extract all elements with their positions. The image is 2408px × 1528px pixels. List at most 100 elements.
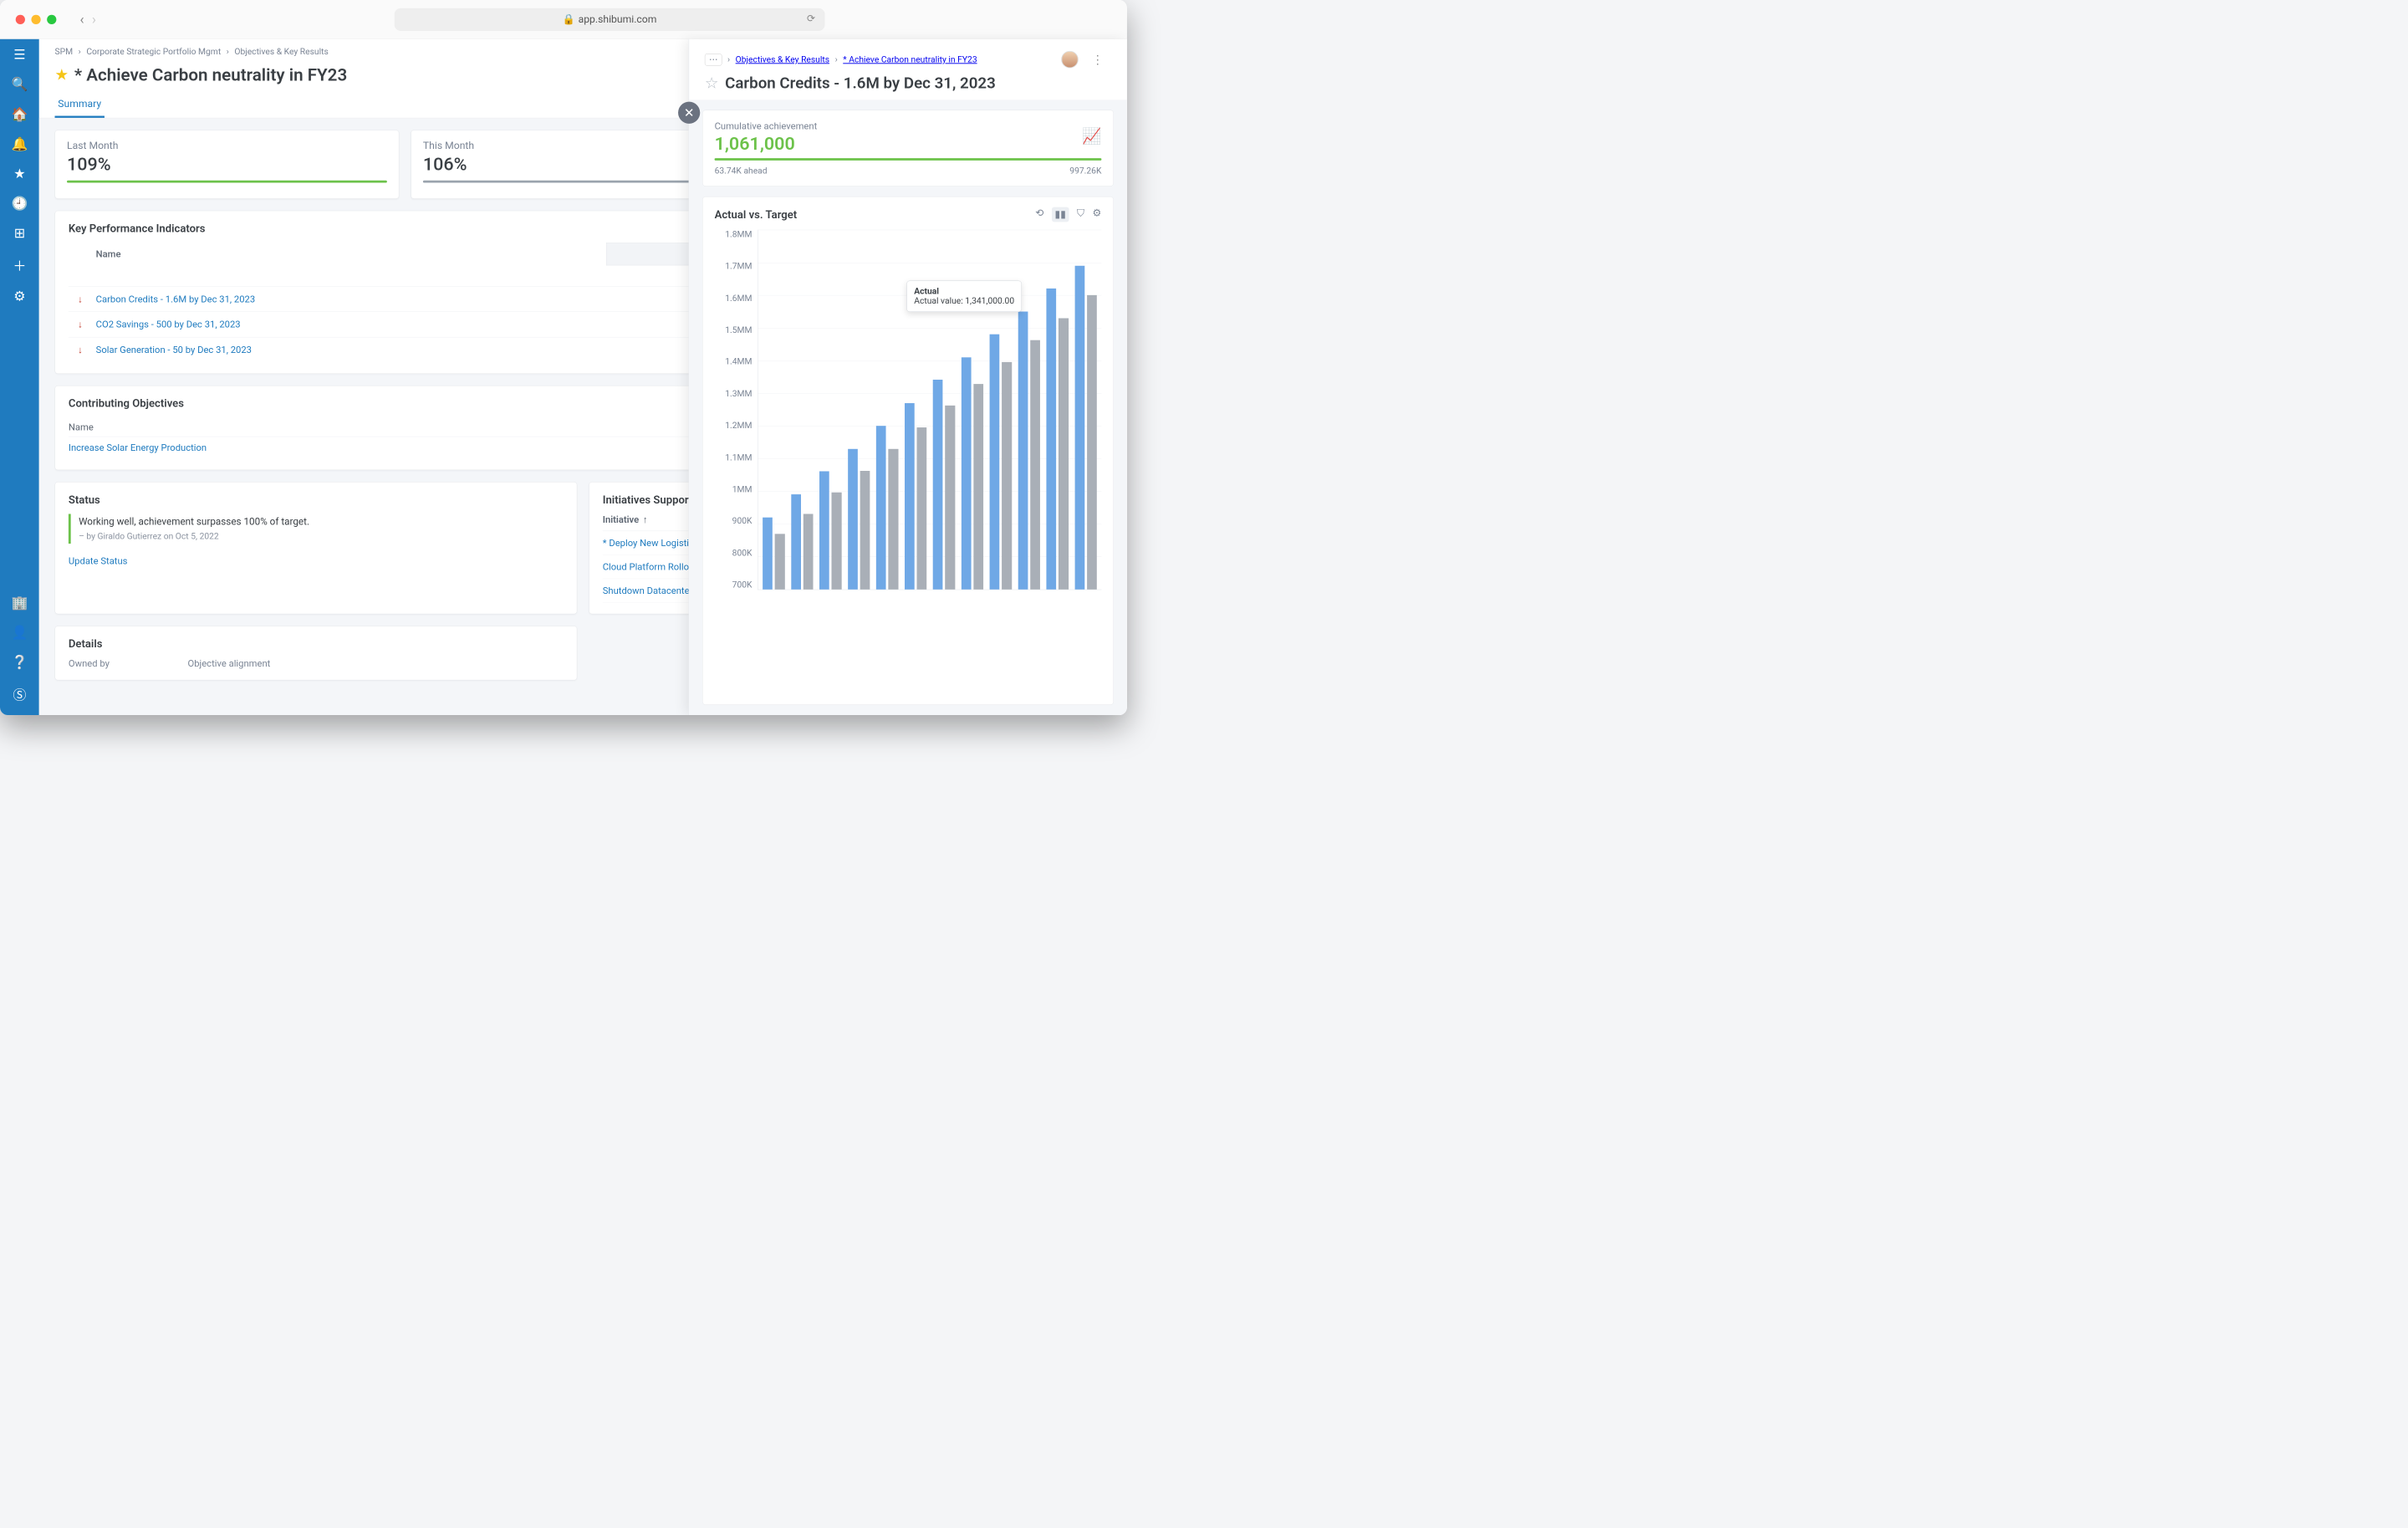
bell-icon[interactable]: 🔔	[11, 136, 28, 152]
bar-target[interactable]	[1059, 319, 1069, 590]
bar-target[interactable]	[888, 449, 898, 590]
panel-breadcrumb-link[interactable]: * Achieve Carbon neutrality in FY23	[843, 54, 977, 64]
kpi-label: Last Month	[67, 140, 387, 151]
kpi-link[interactable]: CO2 Savings - 500 by Dec 31, 2023	[96, 319, 241, 330]
panel-title: Carbon Credits - 1.6M by Dec 31, 2023	[725, 74, 996, 92]
logo-icon[interactable]: Ⓢ	[13, 684, 26, 703]
favorite-star-icon[interactable]: ★	[55, 65, 69, 84]
status-text: Working well, achievement surpasses 100%…	[79, 516, 564, 528]
browser-chrome: ‹ › 🔒 app.shibumi.com ⟳	[0, 0, 1127, 39]
filter-icon[interactable]: ⛉	[1077, 207, 1084, 222]
reload-icon[interactable]: ⟳	[807, 13, 815, 24]
status-card: Status Working well, achievement surpass…	[55, 482, 578, 614]
details-card: Details Owned by Objective alignment	[55, 626, 578, 680]
avatar[interactable]	[1061, 51, 1079, 69]
bar-actual[interactable]	[819, 472, 829, 590]
bar-target[interactable]	[973, 384, 983, 590]
window-controls	[16, 15, 57, 24]
bar-target[interactable]	[1087, 295, 1097, 590]
owned-by-label: Owned by	[69, 658, 110, 669]
kpi-card-last-month: Last Month 109%	[55, 130, 400, 198]
plus-icon[interactable]: ＋	[13, 255, 26, 274]
bar-actual[interactable]	[990, 335, 1000, 590]
left-nav: ☰ 🔍 🏠 🔔 ★ 🕘 ⊞ ＋ ⚙ 🏢 👤 ❔ Ⓢ	[0, 39, 39, 715]
bar-actual[interactable]	[1046, 289, 1056, 590]
lock-icon: 🔒	[563, 13, 575, 25]
user-icon[interactable]: 👤	[11, 625, 28, 641]
home-icon[interactable]: 🏠	[11, 106, 28, 122]
alignment-label: Objective alignment	[188, 658, 271, 669]
kebab-menu-icon[interactable]: ⋮	[1084, 53, 1111, 66]
close-panel-icon[interactable]: ✕	[678, 102, 700, 124]
menu-icon[interactable]: ☰	[13, 47, 25, 63]
maximize-window-icon[interactable]	[47, 15, 56, 24]
kpi-link[interactable]: Solar Generation - 50 by Dec 31, 2023	[96, 345, 252, 355]
search-icon[interactable]: 🔍	[11, 77, 28, 93]
clock-icon[interactable]: 🕘	[11, 196, 28, 212]
breadcrumb-link[interactable]: Corporate Strategic Portfolio Mgmt	[86, 47, 221, 57]
bar-actual[interactable]	[1018, 311, 1028, 589]
kpi-link[interactable]: Carbon Credits - 1.6M by Dec 31, 2023	[96, 294, 256, 304]
bar-actual[interactable]	[962, 357, 972, 590]
favorite-star-outline-icon[interactable]: ☆	[705, 74, 719, 92]
tooltip-series: Actual	[914, 287, 1014, 297]
page-title: * Achieve Carbon neutrality in FY23	[74, 64, 347, 84]
objective-link[interactable]: Increase Solar Energy Production	[69, 442, 207, 453]
bar-chart-icon[interactable]: ▮▮	[1052, 207, 1069, 222]
breadcrumb-link[interactable]: SPM	[55, 47, 74, 57]
refresh-icon[interactable]: ⟲	[1035, 207, 1043, 222]
bar-target[interactable]	[804, 514, 814, 589]
hierarchy-icon[interactable]: ⊞	[14, 226, 25, 242]
star-icon[interactable]: ★	[13, 166, 25, 181]
tab-summary[interactable]: Summary	[55, 94, 105, 118]
bar-target[interactable]	[1002, 362, 1012, 590]
chart-card: Actual vs. Target ⟲ ▮▮ ⛉ ⚙ 1.8MM1.7MM1.6…	[702, 197, 1114, 705]
forward-icon[interactable]: ›	[92, 11, 96, 28]
col-name: Name	[92, 243, 606, 265]
url-bar[interactable]: 🔒 app.shibumi.com ⟳	[395, 8, 825, 31]
breadcrumb-link[interactable]: Objectives & Key Results	[234, 47, 328, 57]
chart-tooltip: Actual Actual value: 1,341,000.00	[906, 281, 1022, 312]
y-axis: 1.8MM1.7MM1.6MM1.5MM1.4MM1.3MM1.2MM1.1MM…	[715, 230, 758, 590]
tooltip-value: Actual value: 1,341,000.00	[914, 296, 1014, 306]
kpi-value: 109%	[67, 154, 387, 175]
bar-target[interactable]	[832, 493, 842, 590]
bar-actual[interactable]	[1074, 266, 1084, 590]
bar-target[interactable]	[1030, 340, 1040, 590]
panel-breadcrumb-link[interactable]: Objectives & Key Results	[736, 54, 829, 64]
building-icon[interactable]: 🏢	[11, 595, 28, 611]
bar-actual[interactable]	[848, 449, 858, 590]
bar-target[interactable]	[945, 406, 955, 590]
help-icon[interactable]: ❔	[11, 654, 28, 670]
apps-icon[interactable]: ⚙	[13, 289, 25, 304]
trend-down-icon: ↓	[69, 312, 92, 337]
chart-plot: Actual Actual value: 1,341,000.00	[758, 230, 1101, 590]
update-status-link[interactable]: Update Status	[69, 555, 128, 566]
col-initiative[interactable]: Initiative	[603, 514, 639, 525]
status-byline: – by Giraldo Gutierrez on Oct 5, 2022	[79, 532, 564, 542]
breadcrumb-overflow-icon[interactable]: ⋯	[705, 54, 722, 66]
section-heading: Status	[69, 493, 564, 506]
target-text: 997.26K	[1069, 166, 1101, 176]
minimize-window-icon[interactable]	[31, 15, 40, 24]
bar-target[interactable]	[860, 471, 870, 590]
line-chart-icon: 📈	[1082, 127, 1101, 146]
achievement-label: Cumulative achievement	[715, 120, 1102, 131]
trend-down-icon: ↓	[69, 337, 92, 362]
bar-actual[interactable]	[905, 403, 915, 590]
achievement-value: 1,061,000	[715, 133, 1102, 154]
gear-icon[interactable]: ⚙	[1093, 207, 1102, 222]
bar-actual[interactable]	[876, 426, 886, 589]
bar-target[interactable]	[775, 534, 785, 589]
sort-up-icon[interactable]: ↑	[643, 514, 648, 525]
bar-actual[interactable]	[763, 518, 773, 590]
achievement-card: Cumulative achievement 1,061,000 📈 63.74…	[702, 110, 1114, 187]
url-text: app.shibumi.com	[579, 13, 657, 25]
close-window-icon[interactable]	[16, 15, 25, 24]
bar-actual[interactable]	[933, 380, 943, 590]
breadcrumb: SPM › Corporate Strategic Portfolio Mgmt…	[55, 47, 329, 57]
bar-actual[interactable]	[791, 494, 801, 590]
bar-target[interactable]	[916, 427, 926, 590]
chart-title: Actual vs. Target	[715, 208, 798, 221]
back-icon[interactable]: ‹	[79, 11, 84, 28]
